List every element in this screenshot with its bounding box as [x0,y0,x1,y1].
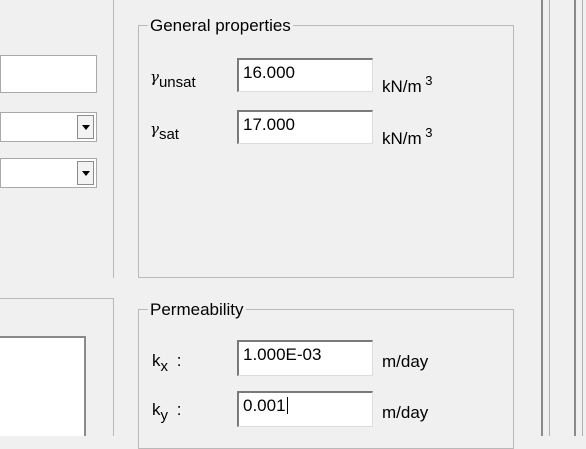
left-panel-border-top [0,0,114,278]
window-frame-line-1 [541,0,543,436]
ky-input[interactable]: 0.001 [237,391,373,427]
kx-unit: m/day [382,352,429,371]
ky-label: ky : [152,400,182,424]
gamma-unsat-input[interactable]: 16.000 [237,58,373,92]
gamma-sat-input[interactable]: 17.000 [237,110,373,144]
general-properties-title: General properties [148,16,293,35]
gamma-unsat-unit: kN/m 3 [382,73,433,96]
window-frame-line-3 [574,0,576,436]
gamma-sat-unit: kN/m 3 [382,125,433,148]
window-frame-line-2 [549,0,550,436]
ky-unit: m/day [382,403,429,422]
window-frame-line-4 [582,0,583,436]
gamma-sat-label: γsat [150,120,179,143]
permeability-title: Permeability [148,300,246,319]
kx-input[interactable]: 1.000E-03 [237,340,373,376]
permeability-group [138,309,514,449]
gamma-unsat-label: γunsat [150,68,196,91]
kx-label: kx : [152,351,182,375]
text-caret [286,397,288,414]
left-list-box[interactable] [0,336,86,436]
